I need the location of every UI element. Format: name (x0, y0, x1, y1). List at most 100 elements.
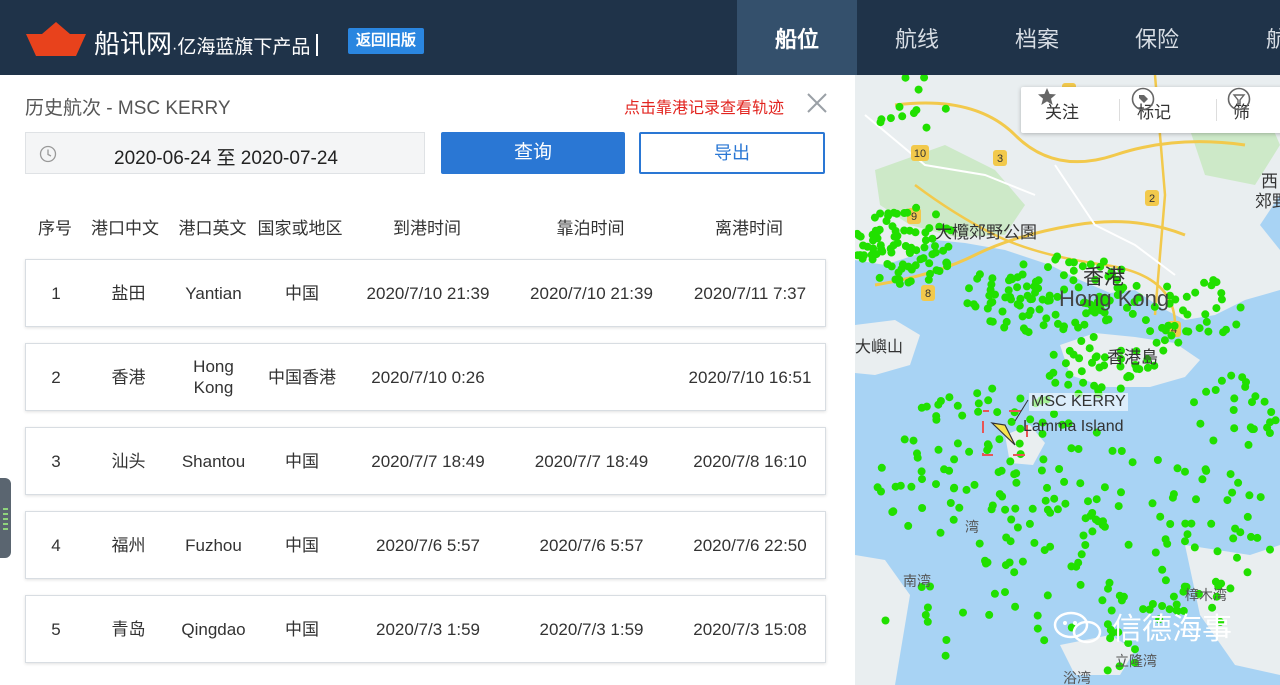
follow-tool[interactable]: 关注 (1037, 87, 1079, 133)
vessel-dot[interactable] (958, 411, 967, 420)
mark-tool[interactable]: 标记 (1131, 87, 1171, 133)
vessel-dot[interactable] (904, 262, 913, 271)
vessel-dot[interactable] (1226, 584, 1235, 593)
vessel-dot[interactable] (1007, 417, 1016, 426)
vessel-dot[interactable] (1074, 445, 1083, 453)
vessel-dot[interactable] (1019, 324, 1028, 333)
vessel-dot[interactable] (1249, 425, 1258, 434)
vessel-dot[interactable] (1018, 557, 1027, 566)
vessel-dot[interactable] (969, 300, 978, 309)
vessel-dot[interactable] (1049, 350, 1058, 359)
vessel-dot[interactable] (906, 277, 915, 286)
vessel-dot[interactable] (1065, 258, 1074, 267)
vessel-dot[interactable] (988, 298, 997, 307)
vessel-dot[interactable] (988, 384, 997, 393)
vessel-dot[interactable] (1116, 384, 1125, 393)
vessel-dot[interactable] (1074, 558, 1083, 567)
vessel-dot[interactable] (1038, 295, 1047, 304)
vessel-dot[interactable] (905, 226, 914, 235)
vessel-dot[interactable] (1092, 495, 1101, 504)
vessel-dot[interactable] (1195, 324, 1204, 333)
nav-tab-insurance[interactable]: 保险 (1097, 0, 1217, 75)
vessel-dot[interactable] (1253, 533, 1262, 542)
vessel-dot[interactable] (1229, 406, 1238, 414)
vessel-dot[interactable] (1007, 515, 1016, 524)
vessel-dot[interactable] (895, 102, 904, 111)
vessel-dot[interactable] (1016, 394, 1025, 403)
vessel-dot[interactable] (1117, 447, 1126, 455)
vessel-dot[interactable] (917, 467, 926, 476)
vessel-dot[interactable] (1053, 505, 1062, 514)
vessel-dot[interactable] (941, 104, 950, 113)
vessel-dot[interactable] (1141, 316, 1150, 325)
vessel-dot[interactable] (1089, 333, 1098, 341)
vessel-dot[interactable] (1100, 483, 1109, 492)
vessel-dot[interactable] (918, 475, 926, 484)
vessel-dot[interactable] (998, 307, 1007, 316)
vessel-dot[interactable] (1222, 325, 1230, 334)
vessel-dot[interactable] (1229, 534, 1238, 543)
vessel-dot[interactable] (1015, 439, 1024, 448)
vessel-dot[interactable] (1256, 493, 1265, 502)
vessel-dot[interactable] (1012, 478, 1021, 487)
nav-tab-more[interactable]: 航 (1217, 0, 1280, 75)
vessel-dot[interactable] (1202, 387, 1211, 396)
vessel-dot[interactable] (918, 504, 927, 512)
vessel-dot[interactable] (934, 445, 943, 454)
vessel-dot[interactable] (1076, 580, 1085, 589)
table-row[interactable]: 3 汕头 Shantou 中国 2020/7/7 18:49 2020/7/7 … (25, 427, 826, 495)
vessel-dot[interactable] (1081, 541, 1090, 549)
vessel-dot[interactable] (1067, 444, 1076, 453)
vessel-dot[interactable] (932, 480, 940, 489)
vessel-dot[interactable] (1213, 547, 1222, 556)
vessel-dot[interactable] (965, 284, 973, 293)
vessel-dot[interactable] (928, 250, 937, 259)
vessel-dot[interactable] (993, 408, 1002, 417)
vessel-dot[interactable] (873, 483, 882, 492)
vessel-dot[interactable] (950, 455, 959, 464)
vessel-dot[interactable] (1267, 408, 1276, 416)
vessel-dot[interactable] (1181, 467, 1189, 476)
vessel-dot[interactable] (1010, 568, 1019, 577)
vessel-dot[interactable] (1033, 611, 1042, 620)
old-version-button[interactable]: 返回旧版 (348, 28, 425, 54)
vessel-dot[interactable] (1043, 483, 1051, 492)
vessel-dot[interactable] (1230, 424, 1239, 433)
vessel-dot[interactable] (1043, 505, 1052, 514)
vessel-dot[interactable] (1151, 548, 1160, 557)
vessel-dot[interactable] (1182, 292, 1191, 301)
vessel-dot[interactable] (1075, 354, 1084, 363)
vessel-dot[interactable] (1217, 295, 1226, 304)
vessel-dot[interactable] (1077, 367, 1086, 376)
vessel-dot[interactable] (1212, 304, 1221, 313)
vessel-dot[interactable] (1202, 466, 1211, 475)
vessel-dot[interactable] (935, 267, 944, 275)
vessel-dot[interactable] (974, 407, 983, 416)
vessel-dot[interactable] (953, 401, 962, 410)
vessel-dot[interactable] (1099, 517, 1107, 526)
vessel-dot[interactable] (1160, 336, 1169, 345)
vessel-dot[interactable] (1117, 488, 1125, 497)
vessel-dot[interactable] (1013, 273, 1022, 282)
vessel-dot[interactable] (900, 209, 909, 217)
vessel-dot[interactable] (1223, 496, 1232, 505)
brand-title[interactable]: 船讯网·亿海蓝旗下产品 (94, 24, 326, 61)
vessel-dot[interactable] (1183, 310, 1192, 319)
vessel-dot[interactable] (1077, 337, 1086, 345)
vessel-dot[interactable] (1161, 326, 1170, 335)
vessel-dot[interactable] (1201, 310, 1210, 319)
vessel-dot[interactable] (1146, 327, 1155, 336)
vessel-dot[interactable] (1011, 602, 1020, 611)
vessel-dot[interactable] (888, 508, 897, 516)
vessel-dot[interactable] (1045, 291, 1054, 300)
vessel-dot[interactable] (1042, 314, 1051, 323)
vessel-dot[interactable] (1119, 592, 1128, 601)
vessel-dot[interactable] (1013, 300, 1022, 309)
vessel-dot[interactable] (914, 85, 923, 94)
vessel-dot[interactable] (1013, 523, 1022, 532)
vessel-dot[interactable] (1054, 319, 1062, 328)
vessel-dot[interactable] (1169, 592, 1178, 601)
vessel-dot[interactable] (1097, 383, 1106, 392)
vessel-dot[interactable] (1043, 591, 1052, 600)
vessel-dot[interactable] (1183, 530, 1192, 539)
